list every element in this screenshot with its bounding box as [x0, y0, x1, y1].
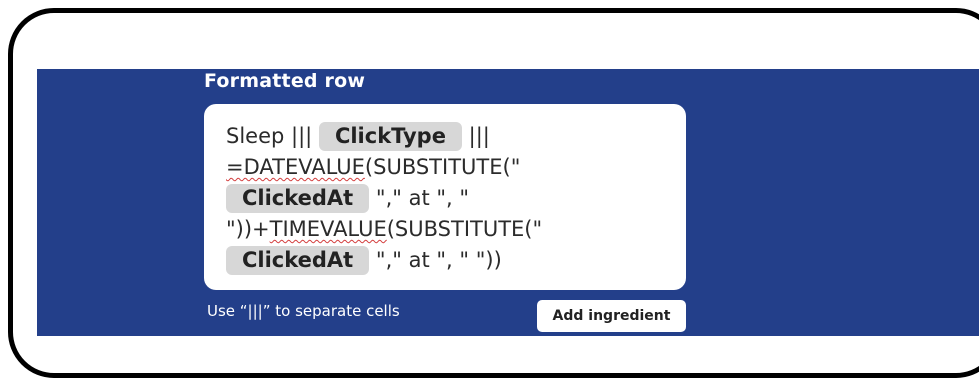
formula-text: Sleep ||| [226, 124, 313, 148]
formula-text: "))+ [226, 217, 270, 241]
formula-line-3: ClickedAt "," at ", " [226, 183, 670, 214]
formatted-row-input[interactable]: Sleep ||| ClickType ||| =DATEVALUE(SUBST… [204, 104, 686, 290]
ingredient-chip-clicked-at[interactable]: ClickedAt [226, 184, 370, 213]
formula-line-5: ClickedAt "," at ", " ")) [226, 245, 670, 276]
formula-text: =DATEVALUE [226, 155, 365, 179]
ingredient-chip-click-type[interactable]: ClickType [318, 122, 462, 151]
ingredient-chip-clicked-at[interactable]: ClickedAt [226, 246, 370, 275]
helper-text: Use “|||” to separate cells [207, 302, 400, 320]
formula-line-4: "))+TIMEVALUE(SUBSTITUTE(" [226, 214, 670, 245]
formula-text: "," at ", " ")) [375, 248, 502, 272]
formula-text: ||| [468, 124, 490, 148]
panel-title: Formatted row [204, 70, 366, 92]
formula-text: "," at ", " [375, 186, 470, 210]
formula-line-2: =DATEVALUE(SUBSTITUTE(" [226, 152, 670, 183]
formula-text: TIMEVALUE [269, 217, 387, 241]
add-ingredient-button[interactable]: Add ingredient [537, 300, 686, 332]
formula-line-1: Sleep ||| ClickType ||| [226, 121, 670, 152]
formula-text: (SUBSTITUTE(" [386, 217, 543, 241]
formula-text: (SUBSTITUTE(" [364, 155, 521, 179]
